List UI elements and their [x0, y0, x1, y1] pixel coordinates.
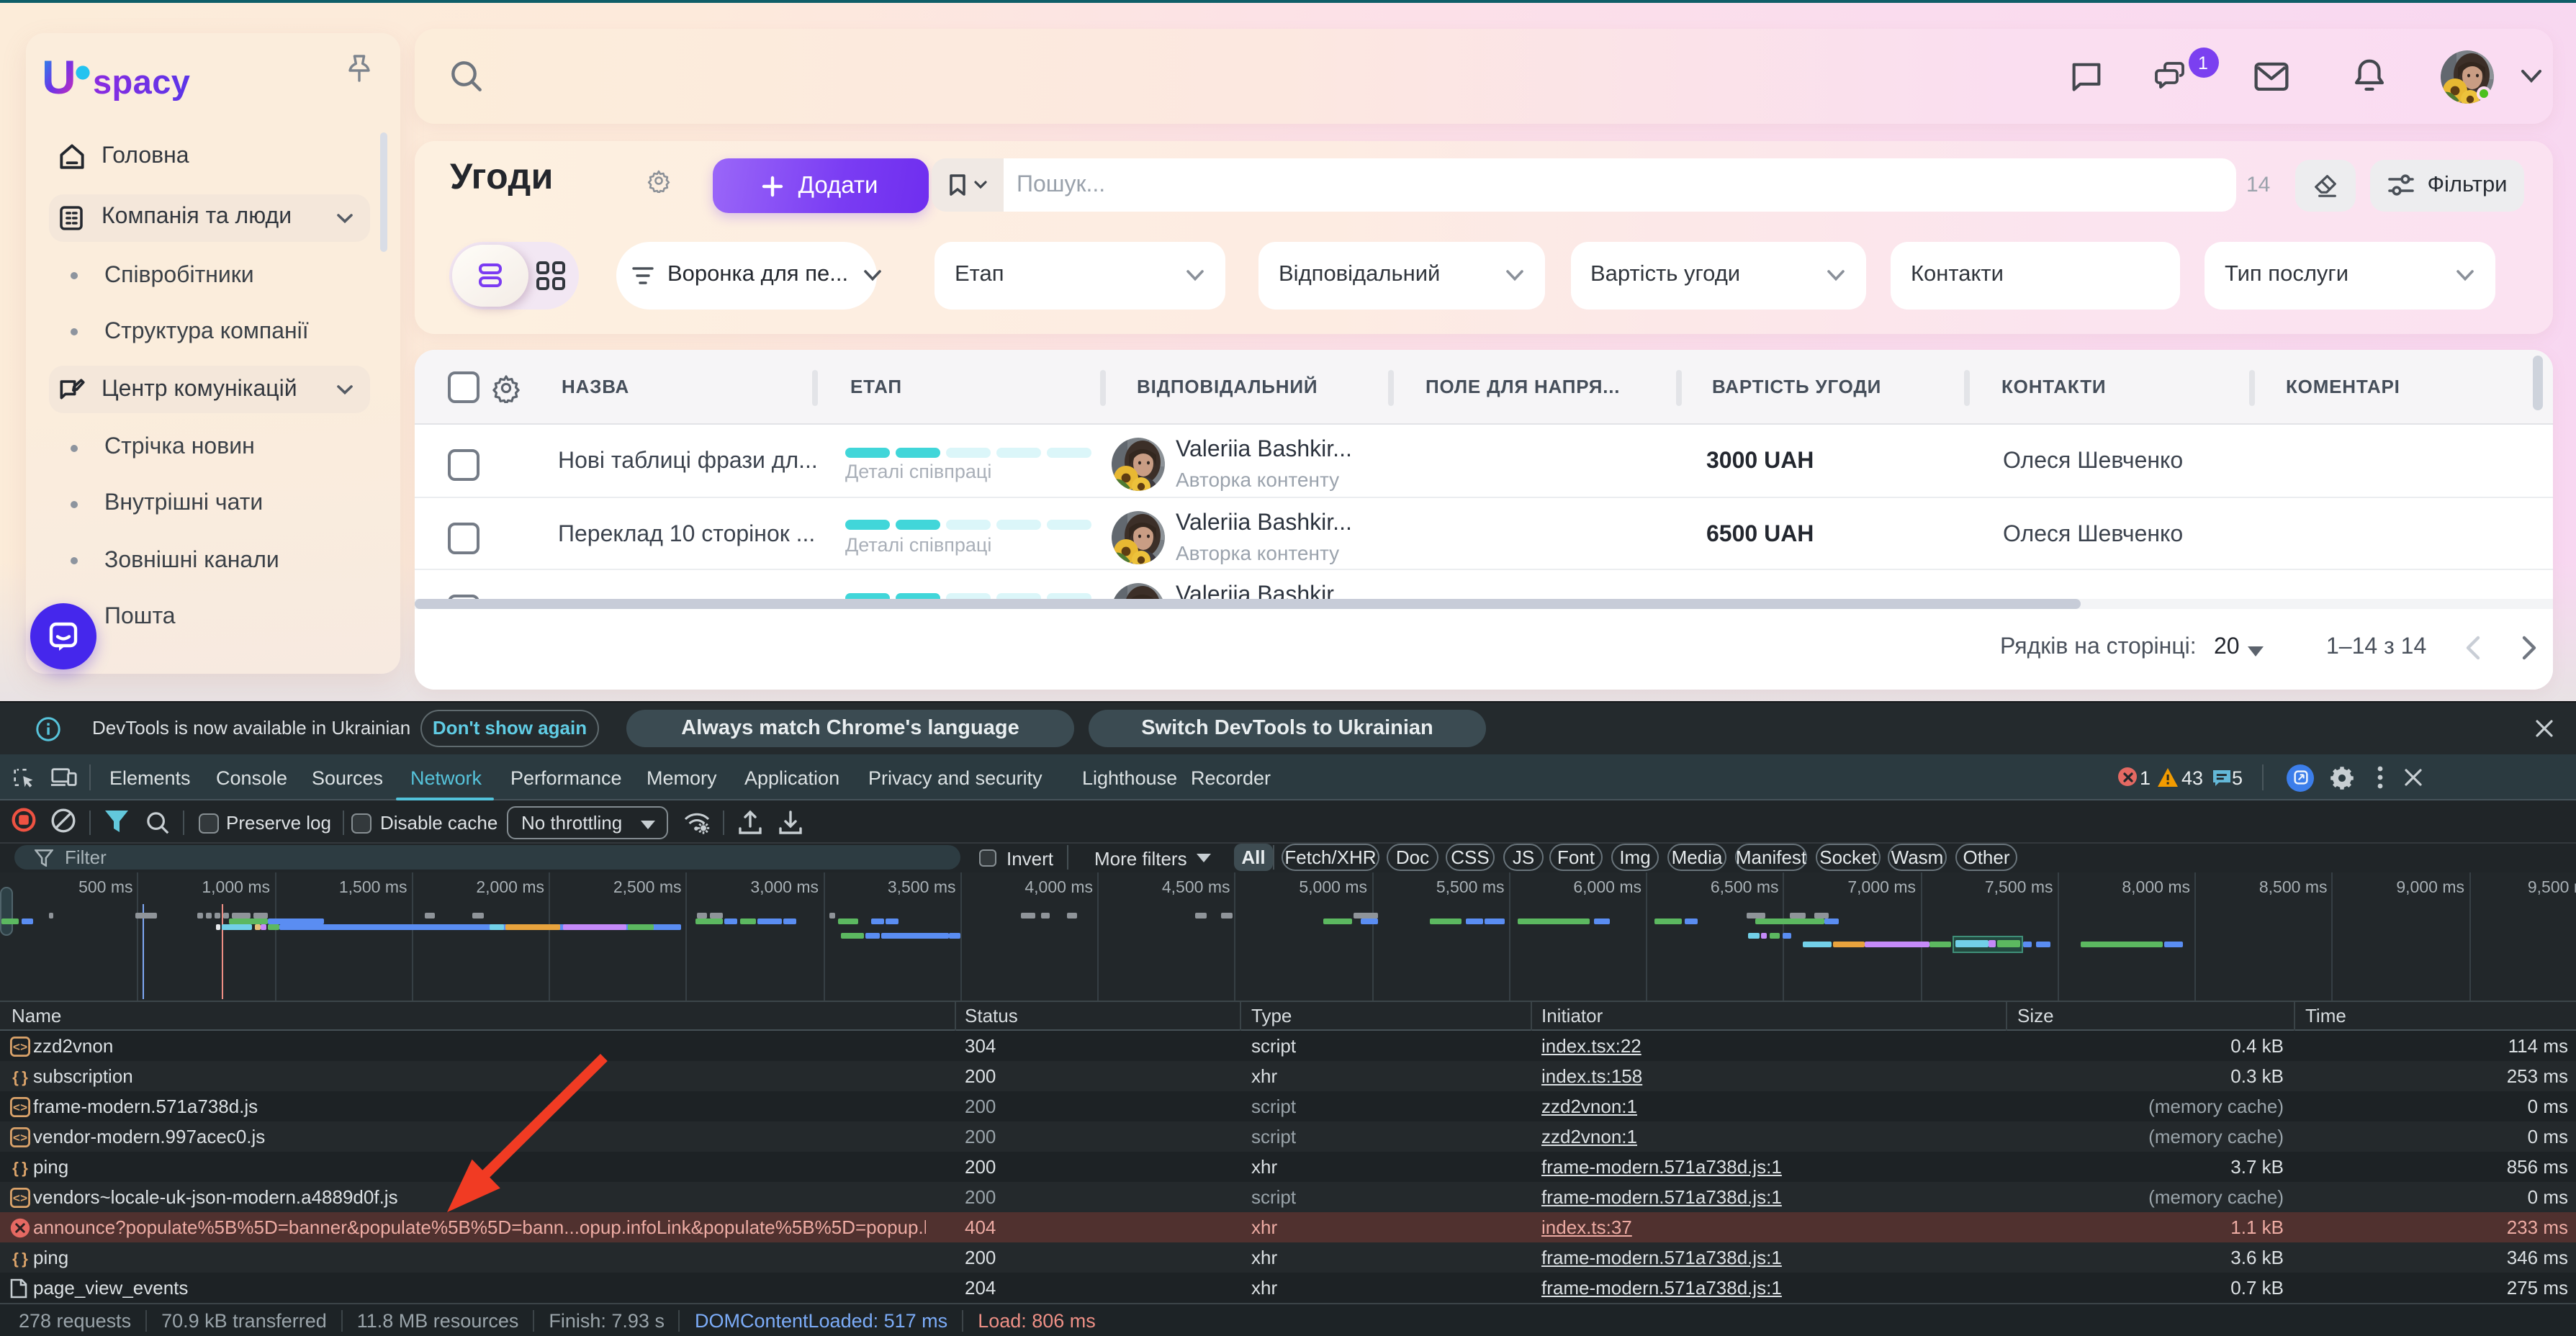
svg-text:U: U — [45, 52, 76, 104]
svg-text:<>: <> — [13, 1132, 27, 1145]
svg-text:spacy: spacy — [93, 63, 190, 101]
svg-text:{ }: { } — [12, 1158, 28, 1176]
svg-text:<>: <> — [13, 1192, 27, 1206]
svg-text:{ }: { } — [12, 1068, 28, 1086]
svg-text:<>: <> — [13, 1101, 27, 1115]
svg-text:{ }: { } — [12, 1249, 28, 1267]
svg-text:<>: <> — [13, 1041, 27, 1055]
